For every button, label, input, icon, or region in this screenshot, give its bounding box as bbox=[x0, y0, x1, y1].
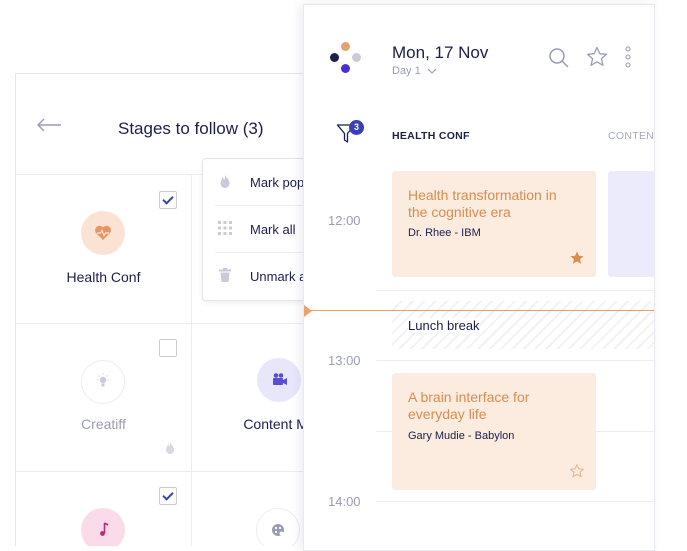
current-time-marker bbox=[304, 305, 312, 317]
stages-title: Stages to follow (3) bbox=[118, 119, 264, 138]
schedule-panel: Mon, 17 Nov Day 1 3 HEALTH CONF CONTEN 1… bbox=[303, 4, 655, 551]
music-note-icon bbox=[81, 508, 125, 546]
time-label: 13:00 bbox=[328, 353, 361, 368]
time-label: 14:00 bbox=[328, 494, 361, 509]
stages-panel: Stages to follow (3) Health Conf Creatif… bbox=[15, 73, 316, 546]
menu-item-unmark-all[interactable]: Unmark a bbox=[203, 253, 316, 299]
session-card[interactable]: A brain interface for everyday life Gary… bbox=[392, 373, 596, 490]
session-speaker: Dr. Rhee - IBM bbox=[408, 227, 481, 239]
stage-checkbox[interactable] bbox=[159, 191, 177, 209]
grid-line bbox=[376, 501, 654, 502]
menu-item-mark-all[interactable]: Mark all bbox=[203, 206, 316, 252]
stage-checkbox[interactable] bbox=[159, 487, 177, 505]
session-card[interactable]: Health transformation in the cognitive e… bbox=[392, 171, 596, 277]
stage-checkbox[interactable] bbox=[159, 339, 177, 357]
stage-name: Health Conf bbox=[66, 269, 141, 285]
column-header-health-conf[interactable]: HEALTH CONF bbox=[392, 130, 470, 142]
stage-card-creatiff[interactable]: Creatiff bbox=[16, 323, 191, 471]
menu-item-mark-popular[interactable]: Mark pop bbox=[203, 159, 316, 205]
chevron-down-icon bbox=[427, 68, 437, 74]
stage-card-health-conf[interactable]: Health Conf bbox=[16, 174, 191, 323]
session-card[interactable] bbox=[608, 171, 654, 277]
search-icon[interactable] bbox=[548, 47, 570, 69]
current-time-line bbox=[304, 310, 654, 311]
filter-count-badge: 3 bbox=[349, 120, 364, 135]
stage-card-content-ma[interactable]: Content Ma bbox=[192, 323, 316, 471]
back-arrow-icon[interactable] bbox=[36, 118, 62, 132]
lunch-break-block: Lunch break bbox=[392, 301, 654, 349]
day-label: Day 1 bbox=[392, 65, 421, 77]
star-outline-icon[interactable] bbox=[570, 464, 584, 478]
stage-name: Content Ma bbox=[243, 416, 316, 432]
palette-icon bbox=[256, 508, 300, 546]
flame-icon bbox=[166, 442, 174, 454]
break-label: Lunch break bbox=[408, 318, 480, 333]
menu-item-label: Mark all bbox=[250, 222, 296, 237]
stage-name: Creatiff bbox=[81, 416, 126, 432]
star-filled-icon[interactable] bbox=[570, 251, 584, 265]
time-label: 12:00 bbox=[328, 213, 361, 228]
stage-card-art[interactable] bbox=[192, 471, 316, 546]
heart-icon bbox=[81, 211, 125, 255]
menu-item-label: Mark pop bbox=[250, 175, 305, 190]
grid-line bbox=[376, 290, 654, 291]
day-selector[interactable]: Day 1 bbox=[392, 65, 437, 77]
stage-card-music[interactable] bbox=[16, 471, 191, 546]
video-camera-icon bbox=[257, 358, 301, 402]
stage-options-menu: Mark pop Mark all Unmark a bbox=[202, 158, 316, 301]
schedule-date: Mon, 17 Nov bbox=[392, 43, 489, 62]
session-speaker: Gary Mudie - Babylon bbox=[408, 430, 515, 442]
app-logo bbox=[330, 42, 362, 76]
flame-icon bbox=[220, 174, 230, 188]
star-icon[interactable] bbox=[586, 46, 608, 68]
more-options-icon[interactable] bbox=[623, 45, 633, 71]
trash-icon bbox=[219, 268, 231, 282]
session-title: Health transformation in the cognitive e… bbox=[408, 187, 557, 220]
menu-item-label: Unmark a bbox=[250, 269, 307, 284]
lightbulb-icon bbox=[81, 360, 125, 404]
column-header-content[interactable]: CONTEN bbox=[608, 130, 654, 142]
session-title: A brain interface for everyday life bbox=[408, 389, 530, 422]
grid-icon bbox=[218, 221, 232, 235]
grid-line bbox=[376, 360, 654, 361]
